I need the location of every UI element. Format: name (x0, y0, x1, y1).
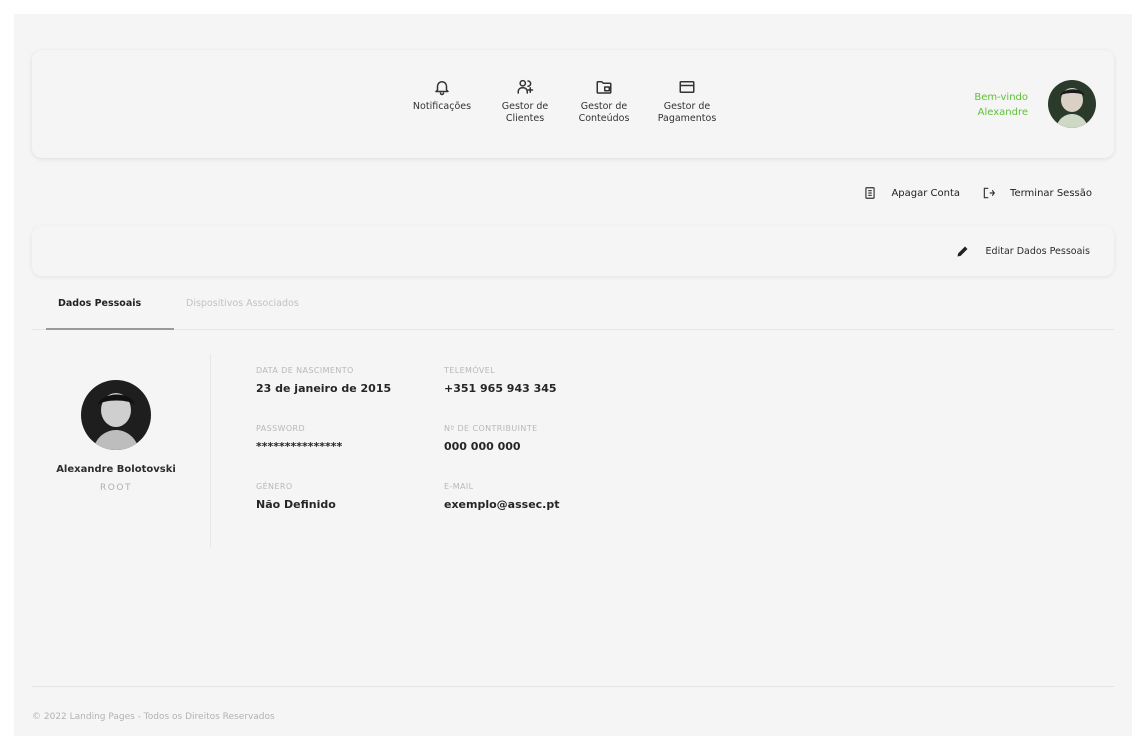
top-header: Notificações Gestor de Clientes Gestor d… (32, 50, 1114, 158)
nav-contents[interactable]: Gestor de Conteúdos (564, 78, 644, 125)
field-gender: GÉNERO Não Definido (256, 482, 336, 511)
welcome-username: Alexandre (977, 107, 1028, 118)
nav-notifications-label: Notificações (412, 101, 472, 112)
field-gender-value: Não Definido (256, 498, 336, 511)
nav-clients[interactable]: Gestor de Clientes (486, 78, 564, 125)
welcome-text: Bem-vindo Alexandre (974, 90, 1028, 120)
users-icon (517, 79, 534, 94)
tab-associated-devices[interactable]: Dispositivos Associados (186, 298, 299, 309)
field-birth-date-value: 23 de janeiro de 2015 (256, 382, 392, 395)
footer-copyright: © 2022 Landing Pages - Todos os Direitos… (32, 712, 275, 722)
bell-icon (435, 81, 449, 96)
profile-divider (210, 354, 220, 548)
field-email-label: E-MAIL (444, 482, 474, 491)
logout-label: Terminar Sessão (1010, 187, 1092, 199)
main-nav: Notificações Gestor de Clientes Gestor d… (398, 78, 730, 125)
account-actions: Apagar Conta Terminar Sessão (841, 186, 1092, 200)
edit-personal-data-button[interactable]: Editar Dados Pessoais (955, 244, 1090, 259)
profile-tabs: Dados Pessoais Dispositivos Associados (32, 294, 1114, 330)
field-tax-number-label: Nº DE CONTRIBUINTE (444, 424, 538, 433)
logout-icon (983, 187, 995, 199)
nav-notifications[interactable]: Notificações (398, 78, 486, 125)
welcome-greeting: Bem-vindo (974, 92, 1028, 103)
profile-card: Alexandre Bolotovski ROOT (32, 352, 200, 546)
avatar-photo (1048, 80, 1096, 128)
credit-card-icon (679, 81, 695, 93)
field-phone-label: TELEMÓVEL (444, 366, 496, 375)
footer-divider (32, 686, 1114, 687)
active-tab-indicator (46, 328, 174, 330)
field-tax-number-value: 000 000 000 (444, 440, 521, 453)
page: Notificações Gestor de Clientes Gestor d… (14, 14, 1132, 736)
tab-personal-data[interactable]: Dados Pessoais (58, 298, 141, 309)
nav-payments[interactable]: Gestor de Pagamentos (644, 78, 730, 125)
delete-account-label: Apagar Conta (891, 187, 961, 199)
user-avatar[interactable] (1048, 80, 1096, 128)
delete-account-button[interactable]: Apagar Conta (863, 186, 960, 200)
folder-icon (596, 81, 612, 94)
field-email: E-MAIL exemplo@assec.pt (444, 482, 560, 511)
field-gender-label: GÉNERO (256, 482, 293, 491)
field-password-value: *************** (256, 440, 343, 453)
field-password: PASSWORD *************** (256, 424, 342, 453)
field-phone: TELEMÓVEL +351 965 943 345 (444, 366, 557, 395)
field-birth-date-label: DATA DE NASCIMENTO (256, 366, 354, 375)
field-email-value: exemplo@assec.pt (444, 498, 560, 511)
nav-contents-label: Gestor de Conteúdos (578, 101, 630, 124)
nav-payments-label: Gestor de Pagamentos (657, 101, 717, 124)
profile-avatar (81, 380, 151, 450)
nav-clients-label: Gestor de Clientes (501, 101, 549, 124)
edit-personal-data-label: Editar Dados Pessoais (985, 246, 1090, 257)
logout-button[interactable]: Terminar Sessão (982, 186, 1092, 200)
pencil-icon (957, 246, 968, 257)
field-tax-number: Nº DE CONTRIBUINTE 000 000 000 (444, 424, 538, 453)
profile-name: Alexandre Bolotovski (56, 464, 176, 475)
trash-icon (865, 187, 876, 199)
profile-photo (81, 380, 151, 450)
profile-role: ROOT (100, 483, 132, 493)
edit-bar: Editar Dados Pessoais (32, 226, 1114, 276)
field-birth-date: DATA DE NASCIMENTO 23 de janeiro de 2015 (256, 366, 391, 395)
field-password-label: PASSWORD (256, 424, 306, 433)
field-phone-value: +351 965 943 345 (444, 382, 557, 395)
